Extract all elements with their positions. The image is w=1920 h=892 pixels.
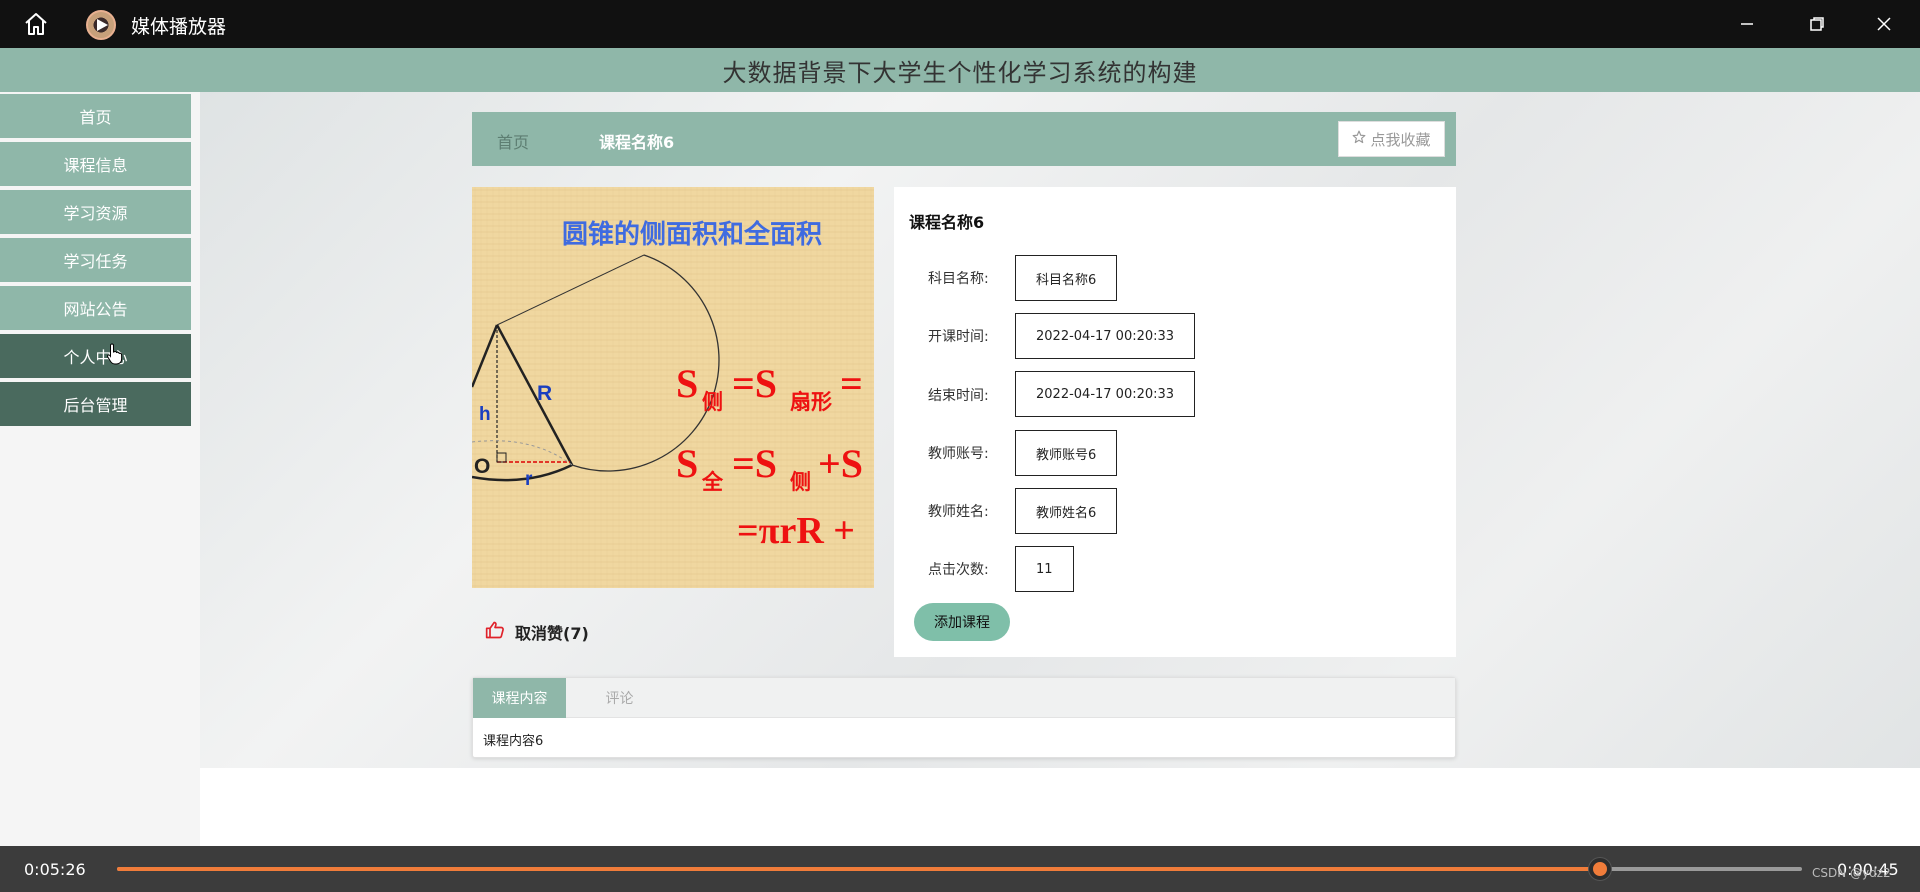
thumbs-up-icon: [485, 620, 505, 644]
minimize-button[interactable]: [1727, 8, 1767, 40]
formula-2-sub: 全: [701, 470, 724, 494]
sidebar-item-home[interactable]: 首页: [0, 94, 191, 138]
course-tabs: 课程内容 评论 课程内容6: [472, 677, 1456, 758]
favorite-button[interactable]: 点我收藏: [1338, 121, 1445, 157]
current-time: 0:05:26: [24, 860, 86, 879]
breadcrumb: 首页 课程名称6 点我收藏: [472, 112, 1456, 166]
click-count-value: 11: [1015, 546, 1074, 592]
star-icon: [1352, 130, 1366, 148]
image-title-text: 圆锥的侧面积和全面积: [562, 219, 822, 249]
breadcrumb-current: 课程名称6: [599, 133, 675, 152]
end-time-value: 2022-04-17 00:20:33: [1015, 371, 1196, 417]
formula-3: =πrR +: [737, 510, 855, 552]
subject-label: 科目名称:: [928, 271, 989, 287]
formula-1-s: S: [676, 361, 698, 406]
playback-bar: 0:05:26 0:00:45 CSDN @ydz2: [0, 846, 1920, 892]
label-R: R: [537, 382, 552, 405]
formula-1-eq: =S: [732, 361, 777, 406]
subject-value: 科目名称6: [1015, 255, 1118, 301]
like-label: 取消赞(7): [515, 624, 589, 643]
sidebar-item-announcements[interactable]: 网站公告: [0, 286, 191, 330]
seek-bar-thumb[interactable]: [1588, 858, 1611, 880]
player-title-bar: 媒体播放器: [0, 0, 1920, 48]
seek-bar-progress: [117, 867, 1600, 871]
hand-cursor-icon: [106, 343, 124, 369]
end-time-label: 结束时间:: [928, 388, 989, 404]
course-info-panel: 课程名称6 科目名称: 科目名称6 开课时间: 2022-04-17 00:20…: [894, 187, 1456, 657]
formula-1-tail: =: [840, 361, 863, 406]
start-time-value: 2022-04-17 00:20:33: [1015, 313, 1196, 359]
label-h: h: [479, 404, 491, 425]
breadcrumb-home-link[interactable]: 首页: [497, 129, 529, 153]
seek-bar[interactable]: [117, 858, 1802, 880]
sidebar-item-learning-tasks[interactable]: 学习任务: [0, 238, 191, 282]
like-button[interactable]: 取消赞(7): [485, 620, 589, 644]
click-count-label: 点击次数:: [928, 562, 989, 578]
sidebar: 首页 课程信息 学习资源 学习任务 网站公告 个人中心 后台管理: [0, 92, 200, 846]
teacher-name-label: 教师姓名:: [928, 504, 989, 520]
course-cover-image: 圆锥的侧面积和全面积 h R O r S 侧 =S 扇形 = S 全 =S 侧 …: [472, 187, 874, 588]
restore-button[interactable]: [1797, 8, 1837, 40]
player-title: 媒体播放器: [131, 16, 227, 38]
sidebar-item-learning-resources[interactable]: 学习资源: [0, 190, 191, 234]
course-name-title: 课程名称6: [909, 213, 985, 232]
tab-header: 课程内容 评论: [473, 678, 1455, 718]
sidebar-item-personal-center[interactable]: 个人中心: [0, 334, 191, 378]
teacher-account-label: 教师账号:: [928, 446, 989, 462]
sidebar-item-admin[interactable]: 后台管理: [0, 382, 191, 426]
formula-2-sub2: 侧: [790, 470, 811, 494]
watermark: CSDN @ydz2: [1812, 866, 1891, 880]
formula-1-sub: 侧: [702, 390, 723, 414]
tab-content-text: 课程内容6: [483, 734, 544, 749]
formula-1-sub2: 扇形: [790, 390, 832, 414]
label-O: O: [474, 455, 490, 478]
teacher-name-value: 教师姓名6: [1015, 488, 1118, 534]
media-player-logo-icon: [86, 10, 116, 40]
sidebar-item-course-info[interactable]: 课程信息: [0, 142, 191, 186]
favorite-button-label: 点我收藏: [1370, 130, 1431, 149]
site-title: 大数据背景下大学生个性化学习系统的构建: [722, 58, 1198, 87]
home-icon[interactable]: [22, 11, 50, 37]
formula-2-s: S: [676, 441, 698, 486]
add-course-button[interactable]: 添加课程: [914, 603, 1010, 641]
tab-course-content[interactable]: 课程内容: [473, 678, 566, 718]
close-button[interactable]: [1864, 8, 1904, 40]
formula-2-eq: =S: [732, 441, 777, 486]
formula-2-tail: +S: [818, 441, 863, 486]
teacher-account-value: 教师账号6: [1015, 430, 1118, 476]
site-header: 大数据背景下大学生个性化学习系统的构建: [0, 48, 1920, 92]
tab-comments[interactable]: 评论: [566, 678, 673, 718]
start-time-label: 开课时间:: [928, 329, 989, 345]
label-r: r: [525, 469, 533, 490]
